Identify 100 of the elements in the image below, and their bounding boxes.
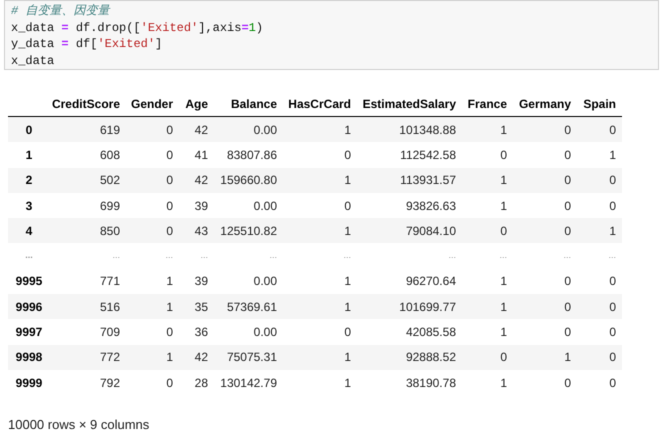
table-cell-text: 42085.58 <box>406 324 456 342</box>
table-cell-text: 79084.10 <box>406 222 456 240</box>
row-index: 9995 <box>16 273 42 290</box>
table-cell-text: 112542.58 <box>400 146 456 164</box>
table-cell-text: 0 <box>564 198 571 215</box>
table-cell-text: 709 <box>100 324 120 342</box>
table-cell-text: 1 <box>564 349 571 366</box>
code-line: x_data = df.drop(['Exited'],axis=1) <box>11 20 264 36</box>
table-cell-text: 43 <box>194 222 208 240</box>
table-cell-text: 130142.79 <box>220 374 277 392</box>
row-index: 0 <box>26 122 32 139</box>
table-cell-text: ... <box>499 249 507 262</box>
table-cell-text: 0 <box>344 198 351 215</box>
table-cell-text: ... <box>448 249 456 262</box>
table-cell-text: ... <box>343 249 351 262</box>
table-cell-text: 1 <box>344 298 351 316</box>
table-cell-text: 1 <box>344 122 351 139</box>
code-cell[interactable]: # 自变量、因变量 x_data = df.drop(['Exited'],axis=1) y_data = df['Exited'] x_data <box>4 0 659 70</box>
row-index: 4 <box>26 222 32 240</box>
table-cell-text: 0 <box>564 122 571 139</box>
table-cell-text: 0 <box>166 222 173 240</box>
table-cell-text: 41 <box>194 146 208 164</box>
table-cell-text: 0 <box>564 172 571 190</box>
table-cell-text: 1 <box>500 122 507 139</box>
code-line: x_data <box>11 52 54 69</box>
table-cell-text: 772 <box>100 349 120 366</box>
table-cell-text: 125510.82 <box>220 222 277 240</box>
column-header: EstimatedSalary <box>362 96 456 113</box>
table-cell-text: 1 <box>500 273 507 290</box>
table-cell-text: 1 <box>609 222 616 240</box>
table-cell-text: 113931.57 <box>400 172 456 190</box>
table-cell-text: 850 <box>100 222 120 240</box>
table-cell-text: ... <box>165 249 173 262</box>
table-cell-text: 0 <box>609 298 616 316</box>
table-cell-text: 0 <box>166 374 173 392</box>
table-cell-text: 42 <box>194 122 208 139</box>
table-cell-text: 39 <box>194 273 208 290</box>
table-cell-text: 0 <box>564 324 571 342</box>
column-header: France <box>468 96 507 113</box>
table-cell-text: ... <box>269 249 277 262</box>
table-cell-text: 699 <box>100 198 120 215</box>
table-cell-text: 1 <box>500 198 507 215</box>
table-cell-text: 42 <box>194 349 208 366</box>
table-cell-text: 1 <box>344 172 351 190</box>
table-cell-text: ... <box>200 249 208 262</box>
code-line: y_data = df['Exited'] <box>11 36 162 52</box>
row-index: 9996 <box>16 298 42 316</box>
table-cell-text: 0.00 <box>254 122 277 139</box>
table-cell-text: 96270.64 <box>406 273 456 290</box>
table-cell-text: 35 <box>194 298 208 316</box>
table-cell-text: 0.00 <box>254 198 277 215</box>
column-header: CreditScore <box>52 96 120 113</box>
table-cell-text: 0 <box>564 374 571 392</box>
table-cell-text: 792 <box>100 374 120 392</box>
table-cell-text: 0 <box>500 349 507 366</box>
table-cell-text: 771 <box>100 273 120 290</box>
table-cell-text: 75075.31 <box>226 349 277 366</box>
table-cell-text: 0 <box>500 222 507 240</box>
column-header: HasCrCard <box>288 96 351 113</box>
table-cell-text: 36 <box>194 324 208 342</box>
table-cell-text: 1 <box>344 222 351 240</box>
table-cell-text: 619 <box>100 122 120 139</box>
table-cell-text: 0 <box>564 146 571 164</box>
table-cell-text: 0 <box>609 349 616 366</box>
table-cell-text: 28 <box>194 374 208 392</box>
table-shape-caption: 10000 rows × 9 columns <box>8 417 150 432</box>
table-cell-text: 608 <box>100 146 120 164</box>
row-index: 9997 <box>16 324 42 342</box>
table-cell-text: 1 <box>500 374 507 392</box>
table-cell-text: 0 <box>166 122 173 139</box>
column-header: Balance <box>230 96 277 113</box>
table-cell-text: 159660.80 <box>220 172 277 190</box>
table-cell-text: 1 <box>166 273 173 290</box>
table-cell-text: 1 <box>500 298 507 316</box>
table-cell-text: 38190.78 <box>406 374 456 392</box>
table-cell-text: 0 <box>564 273 571 290</box>
column-header: Spain <box>583 96 616 113</box>
table-cell-text: 1 <box>344 374 351 392</box>
table-cell-text: 101348.88 <box>399 122 456 139</box>
table-cell-text: ... <box>112 249 120 262</box>
table-cell-text: 0 <box>609 172 616 190</box>
column-header: Gender <box>130 96 173 113</box>
table-cell-text: 0 <box>166 198 173 215</box>
table-cell-text: 0 <box>166 172 173 190</box>
row-index: 9998 <box>16 349 42 366</box>
table-cell-text: ... <box>563 249 571 262</box>
table-cell-text: 1 <box>166 349 173 366</box>
row-index: 1 <box>26 146 32 164</box>
table-cell-text: 516 <box>100 298 120 316</box>
column-header: Germany <box>518 96 571 113</box>
table-cell-text: 92888.52 <box>406 349 456 366</box>
table-cell-text: 42 <box>194 172 208 190</box>
table-cell-text: 502 <box>100 172 120 190</box>
table-cell-text: 1 <box>500 172 507 190</box>
table-cell-text: 0 <box>344 146 351 164</box>
table-cell-text: 0 <box>166 324 173 342</box>
table-cell-text: 1 <box>166 298 173 316</box>
code-line: # 自变量、因变量 <box>11 3 110 20</box>
table-cell-text: 39 <box>194 198 208 215</box>
table-cell-text: ... <box>608 249 616 262</box>
